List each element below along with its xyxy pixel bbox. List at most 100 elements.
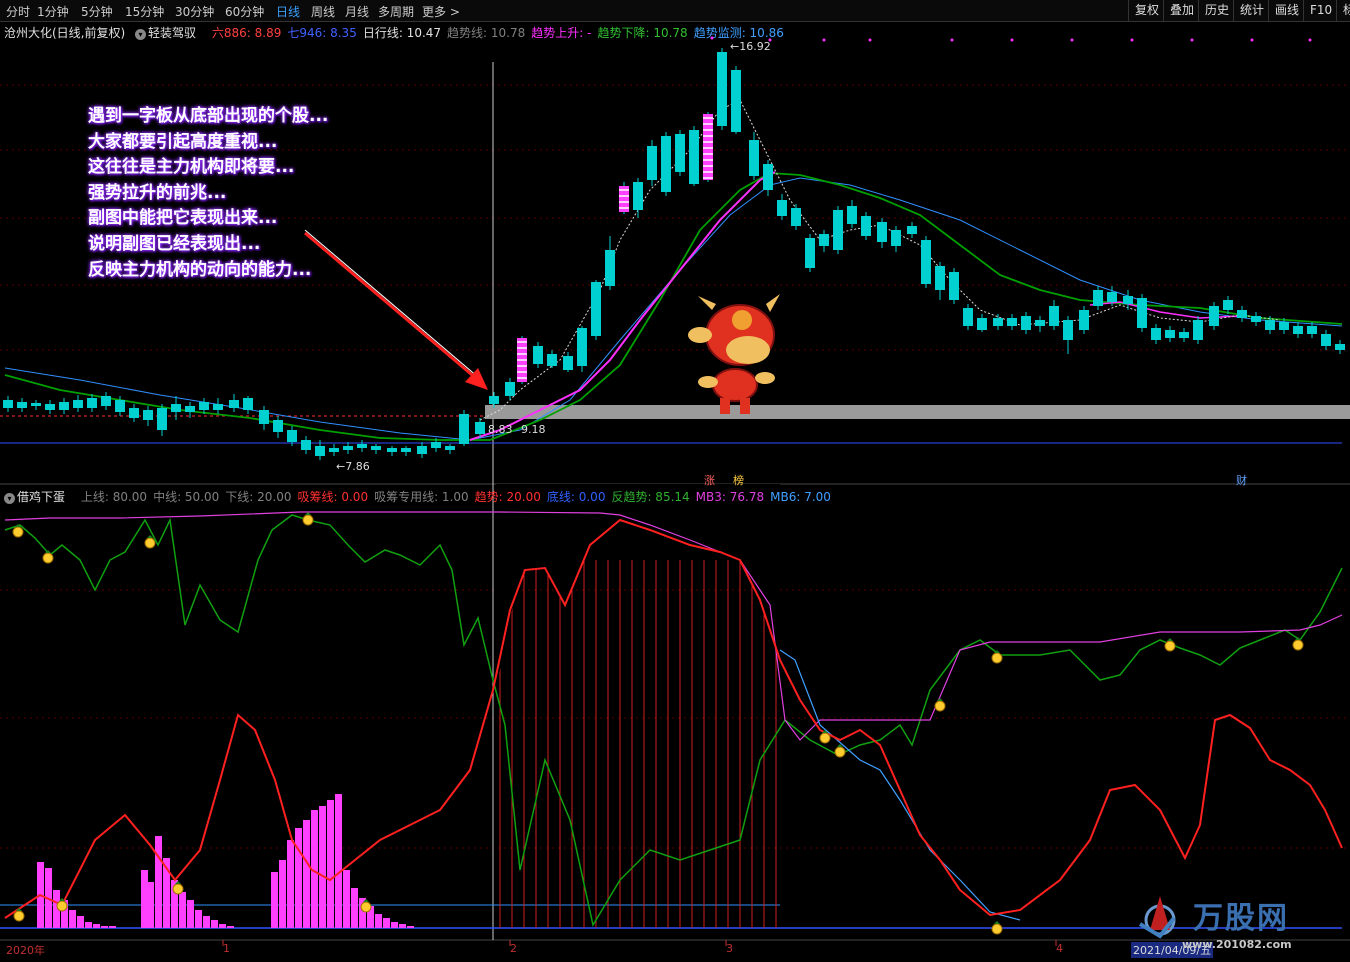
signal-dot	[1308, 38, 1312, 42]
candle-body	[1137, 298, 1147, 328]
candle	[1151, 324, 1161, 344]
candle-body	[101, 396, 111, 406]
mascot-horn	[698, 296, 716, 310]
candle	[45, 400, 55, 414]
indicator-selector[interactable]: ▾ 借鸡下蛋	[4, 490, 71, 504]
event-tag-ranking[interactable]: 榜	[733, 472, 744, 488]
golden-egg-icon	[991, 650, 1003, 664]
candle-body	[1265, 320, 1275, 330]
candle	[749, 132, 759, 180]
candle-body	[87, 398, 97, 408]
candle-body	[533, 346, 543, 364]
candle	[1035, 316, 1045, 332]
candle-body	[717, 52, 727, 126]
candle-body	[977, 318, 987, 330]
candle-body	[777, 200, 787, 216]
candle-body	[185, 406, 195, 412]
candle	[675, 130, 685, 176]
candle-body	[1307, 326, 1317, 334]
candle	[1063, 316, 1073, 354]
candle	[591, 280, 601, 340]
golden-egg-icon	[302, 512, 314, 526]
candle	[1293, 322, 1303, 338]
reference-lines	[0, 405, 1350, 444]
candle-body	[431, 442, 441, 448]
egg-body	[834, 746, 846, 758]
high-price-label: ←16.92	[730, 40, 771, 53]
candle	[143, 406, 153, 426]
histogram-bar	[391, 922, 398, 928]
candle	[1237, 306, 1247, 322]
annotation-line: 遇到一字板从底部出现的个股...	[88, 106, 329, 126]
histogram-bar	[147, 882, 154, 928]
candle-body	[243, 398, 253, 410]
candle	[717, 48, 727, 130]
mascot-body	[712, 368, 758, 402]
histogram-bar	[335, 794, 342, 928]
histogram-bar	[227, 926, 234, 928]
candle	[59, 398, 69, 414]
candle-body	[417, 446, 427, 454]
histogram-bar	[319, 806, 326, 928]
candle-body	[689, 130, 699, 184]
candle-body	[819, 234, 829, 246]
candle	[763, 160, 773, 196]
candle-body	[633, 182, 643, 210]
candle	[401, 446, 411, 456]
candle	[1021, 312, 1031, 334]
histogram-bar	[383, 918, 390, 928]
candle-body	[1335, 344, 1345, 350]
candle-body	[59, 402, 69, 410]
candle-body	[847, 206, 857, 224]
candle-body	[547, 354, 557, 366]
histogram-bar	[287, 840, 294, 928]
date-label: 2	[510, 942, 517, 955]
candle	[563, 352, 573, 372]
candle-body	[1093, 290, 1103, 306]
candle	[819, 230, 829, 252]
egg-body	[360, 901, 372, 913]
histogram-bar	[187, 900, 194, 928]
candle	[877, 218, 887, 248]
candle-body	[171, 404, 181, 412]
candle-body	[489, 396, 499, 404]
histogram-bar	[271, 872, 278, 928]
mascot-ear	[688, 327, 712, 343]
candle	[689, 126, 699, 186]
candle-body	[577, 328, 587, 366]
ox-mascot-icon	[688, 294, 780, 414]
candle	[647, 140, 657, 186]
mb6-curve	[779, 649, 1021, 921]
candle-body	[1251, 316, 1261, 322]
candle	[1165, 326, 1175, 342]
mascot-hand	[755, 372, 775, 384]
candle	[101, 392, 111, 410]
candle	[213, 398, 223, 414]
candle-body	[833, 210, 843, 250]
event-tag-limit-up[interactable]: 涨	[704, 472, 715, 488]
candle	[993, 314, 1003, 330]
mascot-horn	[766, 294, 780, 312]
mascot-badge	[732, 310, 752, 330]
cross-price-b: 9.18	[521, 423, 546, 436]
candle	[73, 395, 83, 412]
sub-indicator-value: 吸筹线: 0.00	[297, 490, 369, 504]
candle-body	[329, 448, 339, 452]
annotation-line: 副图中能把它表现出来...	[88, 208, 278, 229]
candle-body	[315, 446, 325, 456]
candle	[1209, 302, 1219, 330]
candle-body	[1123, 296, 1133, 304]
candle	[633, 178, 643, 218]
event-tag-finance[interactable]: 财	[1236, 472, 1247, 488]
signal-dot	[950, 38, 954, 42]
candle-body	[17, 402, 27, 408]
candle-body	[1293, 326, 1303, 334]
candle-body	[143, 410, 153, 420]
candle-body	[229, 400, 239, 408]
candle	[791, 204, 801, 230]
candle	[129, 404, 139, 422]
annotation-line: 反映主力机构的动向的能力...	[88, 259, 312, 280]
candle-body	[1179, 332, 1189, 338]
candle	[1179, 328, 1189, 342]
hatch-mask	[496, 700, 780, 928]
